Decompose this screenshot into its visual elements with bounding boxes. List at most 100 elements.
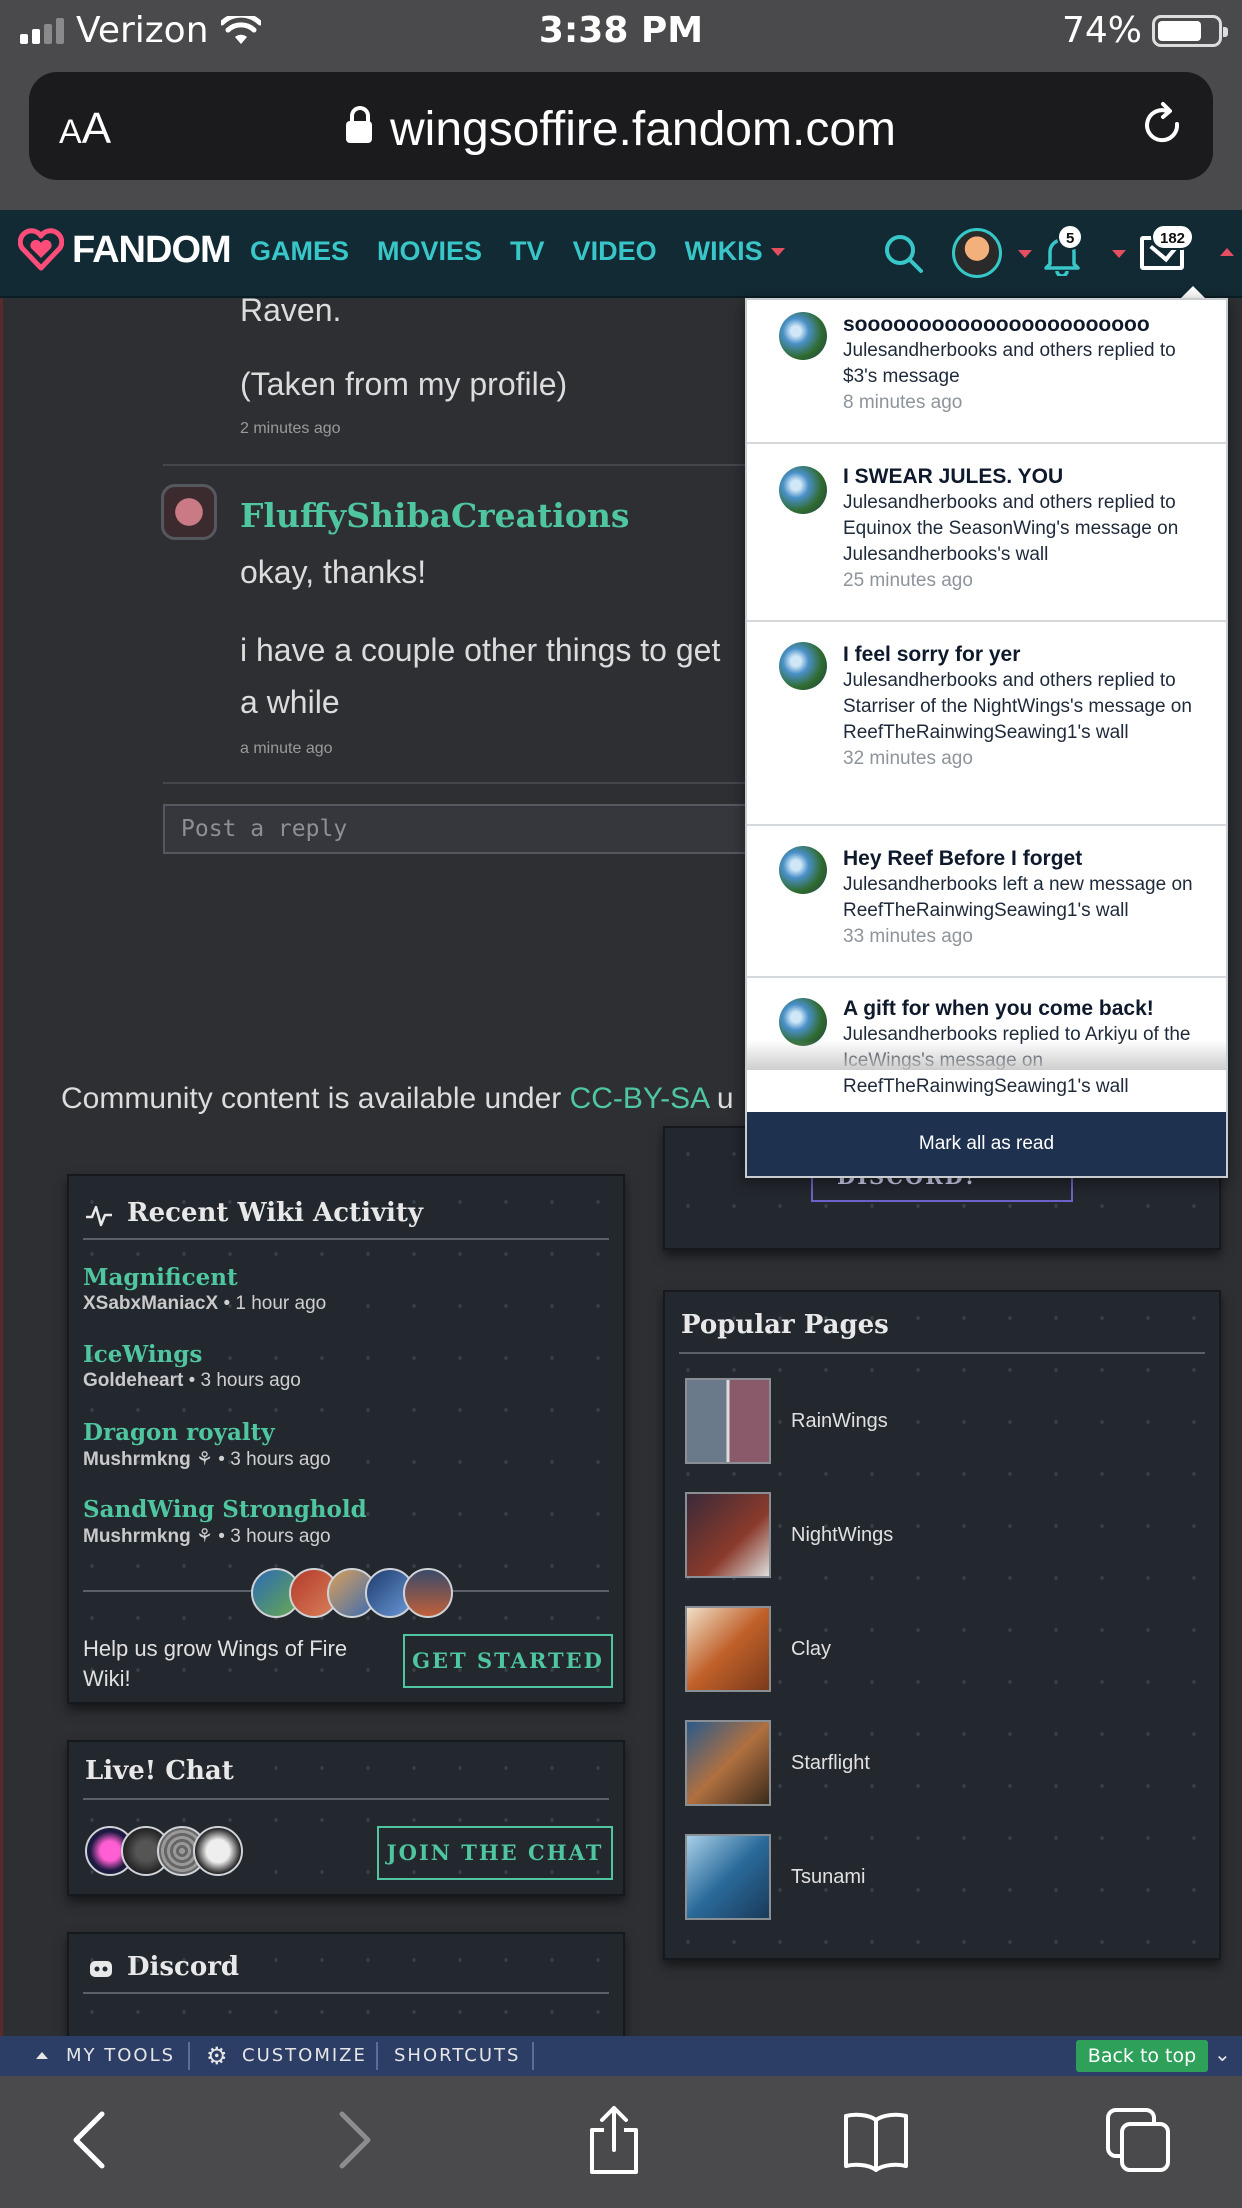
user-avatar[interactable]: [952, 228, 1002, 278]
address-bar[interactable]: AA wingsoffire.fandom.com: [29, 72, 1213, 180]
divider: [83, 1238, 609, 1240]
activity-time: • 1 hour ago: [223, 1293, 327, 1314]
activity-user[interactable]: Mushrmkng: [83, 1449, 191, 1470]
reply-input[interactable]: Post a reply: [163, 804, 783, 854]
recent-activity-title: Recent Wiki Activity: [127, 1198, 424, 1228]
divider: [163, 464, 783, 466]
notification-avatar: [779, 642, 827, 690]
nav-wikis-label: WIKIS: [684, 236, 763, 266]
activity-user[interactable]: Mushrmkng: [83, 1526, 191, 1547]
chevron-down-icon[interactable]: [1112, 250, 1126, 258]
popular-page-item[interactable]: Clay: [685, 1606, 831, 1692]
join-chat-button[interactable]: JOIN THE CHAT: [377, 1826, 613, 1880]
fandom-logo[interactable]: FANDOM: [18, 228, 232, 272]
chevron-down-double-icon[interactable]: ⌄: [1214, 2042, 1231, 2066]
notification-item[interactable]: Hey Reef Before I forget Julesandherbook…: [747, 826, 1226, 978]
chevron-down-icon[interactable]: [1018, 250, 1032, 258]
notification-item[interactable]: I SWEAR JULES. YOU Julesandherbooks and …: [747, 444, 1226, 622]
notification-content: Hey Reef Before I forget Julesandherbook…: [843, 846, 1209, 950]
popular-page-item[interactable]: RainWings: [685, 1378, 888, 1464]
notification-time: 33 minutes ago: [843, 926, 973, 947]
notification-avatar: [779, 466, 827, 514]
mark-all-read-button[interactable]: Mark all as read: [747, 1112, 1226, 1176]
activity-page-link[interactable]: IceWings: [83, 1341, 301, 1368]
notification-title: Hey Reef Before I forget: [843, 847, 1083, 870]
popular-pages-card: Popular Pages RainWings NightWings Clay …: [663, 1290, 1221, 1960]
url-field[interactable]: wingsoffire.fandom.com: [29, 102, 1213, 157]
live-chat-card: Live! Chat JOIN THE CHAT: [67, 1740, 625, 1896]
comment-text: Raven.: [240, 298, 342, 328]
commenter-name[interactable]: FluffyShibaCreations: [240, 496, 629, 535]
get-started-button[interactable]: GET STARTED: [403, 1634, 613, 1688]
page-thumbnail: [685, 1720, 771, 1806]
popular-page-label: Clay: [791, 1637, 832, 1660]
lock-icon: [345, 106, 372, 143]
notification-item[interactable]: I feel sorry for yer Julesandherbooks an…: [747, 622, 1226, 826]
activity-time: • 3 hours ago: [188, 1370, 301, 1391]
activity-user[interactable]: XSabxManiacX: [83, 1293, 218, 1314]
popular-page-item[interactable]: Tsunami: [685, 1834, 865, 1920]
popular-page-item[interactable]: NightWings: [685, 1492, 893, 1578]
notification-time: 25 minutes ago: [843, 570, 973, 591]
chevron-down-icon: [770, 248, 785, 256]
scroll-fade: [747, 1040, 1226, 1070]
popular-page-label: NightWings: [791, 1523, 894, 1546]
back-icon[interactable]: [56, 2104, 128, 2176]
nav-games[interactable]: GAMES: [250, 236, 349, 267]
tabs-icon[interactable]: [1102, 2104, 1174, 2176]
battery-level: [1158, 20, 1201, 41]
notification-content: sooooooooooooooooooooooo Julesandherbook…: [843, 312, 1209, 416]
license-link[interactable]: CC-BY-SA: [570, 1082, 709, 1115]
shortcuts-button[interactable]: SHORTCUTS: [394, 2045, 520, 2066]
commenter-avatar[interactable]: [161, 484, 217, 540]
share-icon[interactable]: [578, 2104, 650, 2176]
activity-page-link[interactable]: Dragon royalty: [83, 1419, 331, 1446]
activity-time: • 3 hours ago: [218, 1526, 331, 1547]
divider: [376, 2042, 378, 2070]
license-notice: Community content is available under CC-…: [61, 1082, 734, 1116]
reply-text: a while: [240, 684, 340, 720]
back-to-top-button[interactable]: Back to top: [1076, 2040, 1208, 2072]
divider: [83, 1798, 609, 1800]
browser-address-area: AA wingsoffire.fandom.com: [0, 62, 1242, 210]
my-tools-bar: MY TOOLS ⚙ CUSTOMIZE SHORTCUTS Back to t…: [0, 2036, 1242, 2076]
nav-wikis[interactable]: WIKIS: [685, 236, 785, 267]
reply-text: i have a couple other things to get: [240, 632, 721, 668]
heart-logo-icon: [18, 228, 64, 271]
chevron-up-icon[interactable]: [36, 2052, 48, 2059]
notification-body: Julesandherbooks and others replied to S…: [843, 670, 1192, 743]
divider: [163, 782, 783, 784]
license-prefix: Community content is available under: [61, 1082, 570, 1115]
comment-text: (Taken from my profile): [240, 366, 568, 402]
contributor-avatar[interactable]: [403, 1568, 453, 1618]
discord-icon: [90, 1961, 112, 1977]
nav-video[interactable]: VIDEO: [573, 236, 657, 267]
messages-badge: 182: [1151, 224, 1195, 250]
activity-page-link[interactable]: SandWing Stronghold: [83, 1496, 367, 1523]
activity-item: IceWings Goldeheart • 3 hours ago: [83, 1341, 301, 1392]
notification-title: sooooooooooooooooooooooo: [843, 313, 1150, 336]
notification-content: I feel sorry for yer Julesandherbooks an…: [843, 642, 1209, 772]
fandom-navbar: FANDOM GAMES MOVIES TV VIDEO WIKIS 5 182: [0, 210, 1242, 298]
notification-item[interactable]: sooooooooooooooooooooooo Julesandherbook…: [747, 300, 1226, 444]
notification-time: 32 minutes ago: [843, 748, 973, 769]
bookmarks-icon[interactable]: [840, 2104, 912, 2176]
chevron-up-icon[interactable]: [1220, 248, 1234, 256]
chat-user-avatar[interactable]: [193, 1826, 243, 1876]
forward-icon[interactable]: [316, 2104, 388, 2176]
battery-icon: [1152, 14, 1228, 47]
activity-page-link[interactable]: Magnificent: [83, 1264, 326, 1291]
activity-user[interactable]: Goldeheart: [83, 1370, 183, 1391]
discord-title: Discord: [127, 1952, 240, 1982]
battery-group: 74%: [1061, 10, 1228, 51]
activity-icon: [86, 1205, 112, 1227]
customize-button[interactable]: CUSTOMIZE: [242, 2045, 367, 2066]
divider: [188, 2042, 190, 2070]
nav-tv[interactable]: TV: [510, 236, 545, 267]
search-icon[interactable]: [882, 232, 924, 274]
reload-icon[interactable]: [1137, 100, 1187, 150]
nav-movies[interactable]: MOVIES: [377, 236, 482, 267]
popular-page-item[interactable]: Starflight: [685, 1720, 870, 1806]
my-tools-button[interactable]: MY TOOLS: [66, 2045, 175, 2066]
battery-percent: 74%: [1061, 10, 1142, 51]
